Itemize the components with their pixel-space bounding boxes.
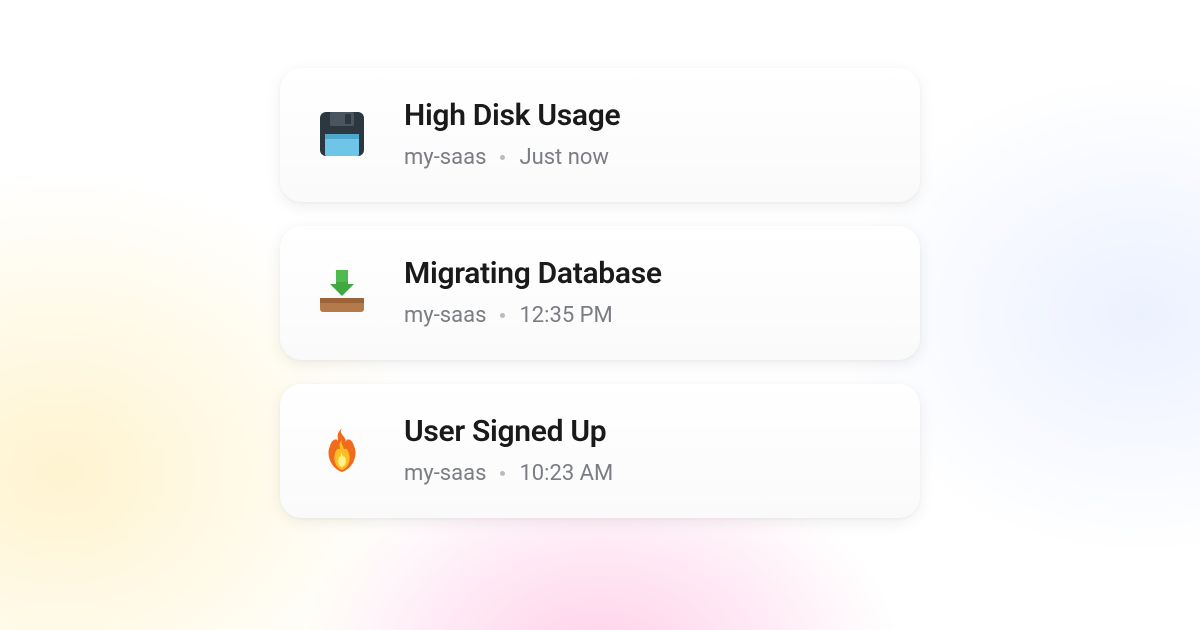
timestamp-label: Just now [519, 145, 609, 170]
project-label: my-saas [404, 303, 486, 328]
notification-card[interactable]: High Disk Usage my-saas Just now [280, 68, 920, 202]
notification-list: High Disk Usage my-saas Just now Migrati… [280, 68, 920, 518]
notification-meta: my-saas 12:35 PM [404, 303, 662, 328]
fire-icon [314, 422, 370, 478]
separator-dot [500, 155, 505, 160]
separator-dot [500, 471, 505, 476]
notification-card[interactable]: User Signed Up my-saas 10:23 AM [280, 384, 920, 518]
inbox-download-icon [314, 264, 370, 320]
notification-card[interactable]: Migrating Database my-saas 12:35 PM [280, 226, 920, 360]
notification-title: User Signed Up [404, 414, 613, 449]
project-label: my-saas [404, 461, 486, 486]
notification-body: High Disk Usage my-saas Just now [404, 98, 620, 170]
notification-meta: my-saas Just now [404, 145, 620, 170]
notification-title: High Disk Usage [404, 98, 620, 133]
notification-body: Migrating Database my-saas 12:35 PM [404, 256, 662, 328]
notification-body: User Signed Up my-saas 10:23 AM [404, 414, 613, 486]
separator-dot [500, 313, 505, 318]
timestamp-label: 12:35 PM [519, 303, 612, 328]
floppy-disk-icon [314, 106, 370, 162]
timestamp-label: 10:23 AM [519, 461, 613, 486]
project-label: my-saas [404, 145, 486, 170]
notification-meta: my-saas 10:23 AM [404, 461, 613, 486]
notification-title: Migrating Database [404, 256, 662, 291]
